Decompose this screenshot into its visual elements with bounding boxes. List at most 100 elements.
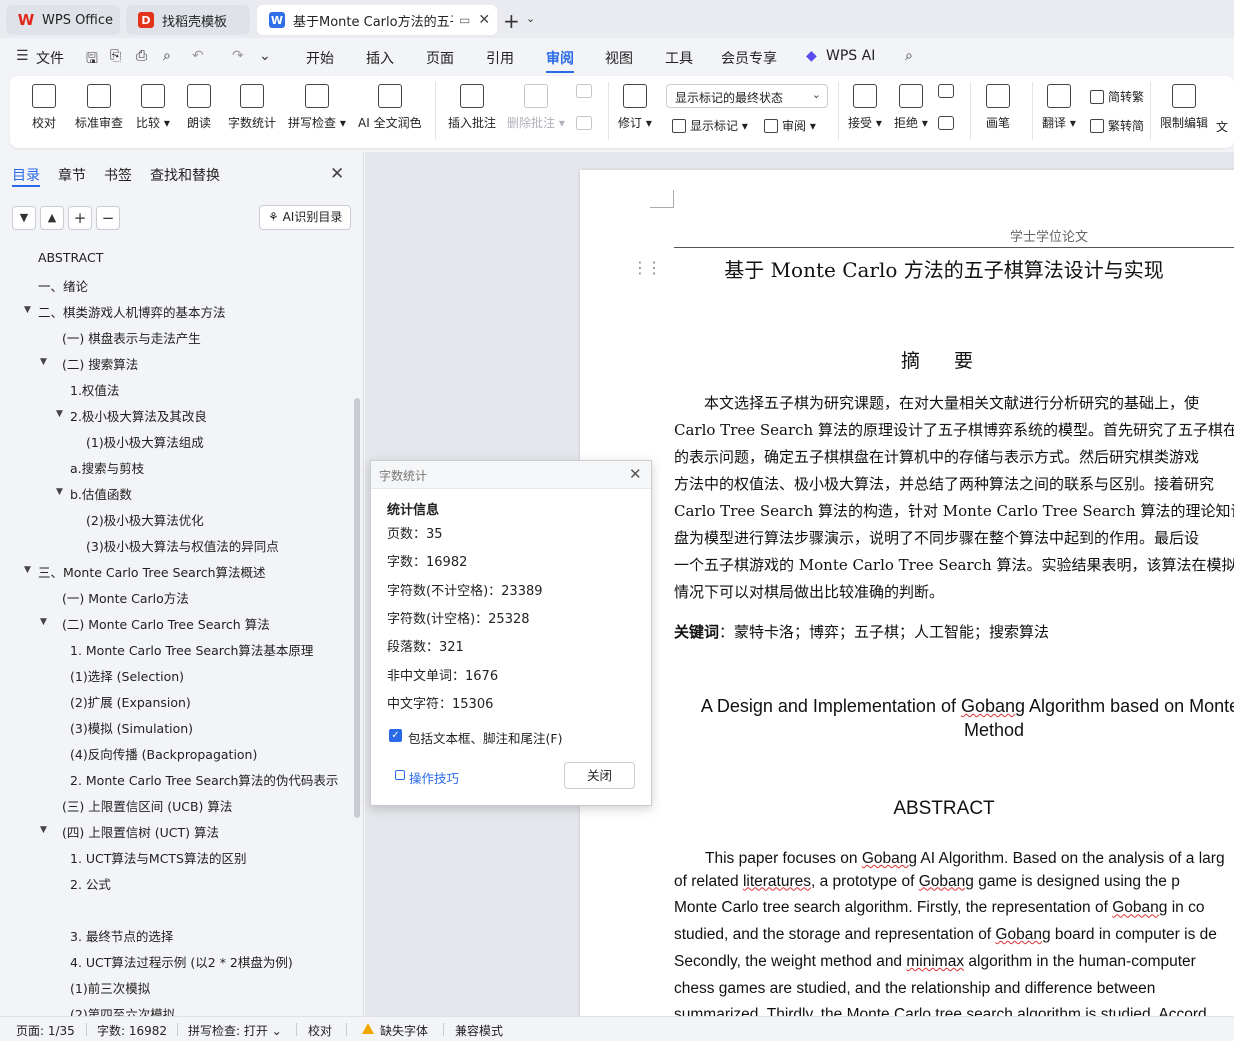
nav-tab-bookmarks[interactable]: 书签 — [104, 165, 132, 185]
export-icon[interactable]: ⎘ — [110, 48, 121, 64]
collapse-level-button[interactable]: ▼ — [12, 206, 36, 230]
next-change-button[interactable] — [938, 116, 954, 136]
toc-item[interactable]: ▼ b.估值函数 — [0, 484, 350, 504]
toc-item[interactable]: 4. UCT算法过程示例 (以2 * 2棋盘为例) — [0, 952, 350, 972]
menu-view[interactable]: 视图 — [605, 48, 633, 68]
nav-tab-toc[interactable]: 目录 — [12, 165, 40, 185]
menu-member[interactable]: 会员专享 — [721, 48, 777, 68]
toc-item[interactable]: ABSTRACT — [0, 250, 350, 270]
monitor-icon[interactable]: ▭ — [459, 13, 470, 27]
missing-font-status[interactable]: 缺失字体 — [380, 1022, 428, 1039]
print-preview-icon[interactable]: ⌕ — [163, 48, 171, 64]
insert-comment-button[interactable]: 插入批注 — [448, 84, 496, 131]
tab-template-store[interactable]: D 找稻壳模板 — [126, 5, 250, 35]
close-tab-icon[interactable]: ✕ — [478, 12, 490, 28]
toc-item[interactable]: (4)反向传播 (Backpropagation) — [0, 744, 350, 764]
restrict-editing-button[interactable]: 限制编辑 — [1160, 84, 1208, 131]
toc-item[interactable]: (一) Monte Carlo方法 — [0, 588, 350, 608]
toc-item[interactable]: (三) 上限置信区间 (UCB) 算法 — [0, 796, 350, 816]
toc-item[interactable]: ▼ 二、棋类游戏人机博弈的基本方法 — [0, 302, 350, 322]
menu-review[interactable]: 审阅 — [546, 48, 574, 68]
save-icon[interactable]: 🖫 — [86, 48, 98, 72]
translate-button[interactable]: 翻译 ▾ — [1042, 84, 1076, 131]
new-tab-icon[interactable]: + — [503, 9, 520, 33]
close-icon[interactable]: ✕ — [330, 164, 344, 184]
tab-wps-office[interactable]: W WPS Office — [6, 5, 120, 35]
previous-comment-button[interactable] — [576, 84, 592, 104]
nav-scrollbar[interactable] — [354, 398, 360, 818]
add-heading-button[interactable]: + — [68, 206, 92, 230]
hamburger-menu-icon[interactable]: ☰ — [16, 48, 29, 64]
expand-caret-icon[interactable]: ▼ — [40, 617, 47, 627]
simplified-to-traditional-button[interactable]: 简转繁 — [1090, 88, 1144, 105]
toc-item[interactable]: (2)第四至六次模拟 — [0, 1004, 350, 1016]
ribbon-more-button[interactable]: 文 — [1216, 118, 1228, 135]
dialog-titlebar[interactable]: 字数统计 ✕ — [371, 461, 651, 489]
standard-review-button[interactable]: 标准审查 — [75, 84, 123, 131]
toc-item[interactable]: (2)极小极大算法优化 — [0, 510, 350, 530]
toc-item[interactable]: (1)极小极大算法组成 — [0, 432, 350, 452]
toc-item[interactable]: ▼ (四) 上限置信树 (UCT) 算法 — [0, 822, 350, 842]
traditional-to-simplified-button[interactable]: 繁转简 — [1090, 117, 1144, 134]
track-changes-button[interactable]: 修订 ▾ — [618, 84, 652, 131]
pen-button[interactable]: 画笔 — [986, 84, 1010, 131]
menu-wps-ai[interactable]: WPS AI — [826, 48, 875, 64]
word-count-button[interactable]: 字数统计 — [228, 84, 276, 131]
review-pane-button[interactable]: 审阅 ▾ — [764, 117, 816, 134]
menu-page[interactable]: 页面 — [426, 48, 454, 68]
next-comment-button[interactable] — [576, 116, 592, 136]
page-indicator[interactable]: 页面: 1/35 — [16, 1022, 75, 1039]
toc-item[interactable]: (3)模拟 (Simulation) — [0, 718, 350, 738]
previous-change-button[interactable] — [938, 84, 954, 104]
toc-item[interactable]: 一、绪论 — [0, 276, 350, 296]
toc-item[interactable]: ▼ (二) 搜索算法 — [0, 354, 350, 374]
menu-tools[interactable]: 工具 — [665, 48, 693, 68]
drag-handle-icon[interactable]: ⋮⋮ — [632, 258, 662, 277]
spelling-flag[interactable]: Gobang — [995, 926, 1050, 943]
spelling-flag[interactable]: literatures — [743, 873, 811, 890]
toc-item[interactable]: 1. Monte Carlo Tree Search算法基本原理 — [0, 640, 350, 660]
ai-proofread-button[interactable]: AI 全文润色 — [358, 84, 422, 131]
toc-item[interactable]: 2. 公式 — [0, 874, 350, 894]
expand-caret-icon[interactable]: ▼ — [56, 409, 63, 419]
menu-file[interactable]: 文件 — [36, 48, 64, 68]
document-page[interactable]: 学士学位论文 ⋮⋮ 基于 Monte Carlo 方法的五子棋算法设计与实现 摘… — [580, 170, 1234, 1016]
expand-caret-icon[interactable]: ▼ — [40, 825, 47, 835]
spelling-flag[interactable]: minimax — [906, 953, 964, 970]
expand-caret-icon[interactable]: ▼ — [24, 565, 31, 575]
toc-item[interactable]: ▼ (二) Monte Carlo Tree Search 算法 — [0, 614, 350, 634]
menu-references[interactable]: 引用 — [486, 48, 514, 68]
spelling-flag[interactable]: Gobang — [961, 696, 1025, 716]
print-icon[interactable]: ⎙ — [136, 48, 147, 64]
accept-button[interactable]: 接受 ▾ — [848, 84, 882, 131]
spelling-flag[interactable]: Gobang — [1112, 899, 1167, 916]
toc-item[interactable]: 1. UCT算法与MCTS算法的区别 — [0, 848, 350, 868]
tab-document[interactable]: W 基于Monte Carlo方法的五子棋算法设计与实现 ▭ ✕ — [257, 5, 497, 35]
word-count-indicator[interactable]: 字数: 16982 — [97, 1022, 167, 1039]
nav-tab-sections[interactable]: 章节 — [58, 165, 86, 185]
close-button[interactable]: 关闭 — [564, 762, 635, 789]
include-textbox-checkbox[interactable]: ✓ — [389, 729, 402, 742]
nav-tab-find-replace[interactable]: 查找和替换 — [150, 165, 220, 185]
toc-item[interactable]: a.搜索与剪枝 — [0, 458, 350, 478]
chevron-down-icon[interactable]: ⌄ — [526, 12, 535, 25]
read-aloud-button[interactable]: 朗读 — [187, 84, 211, 131]
include-textbox-label[interactable]: 包括文本框、脚注和尾注(F) — [408, 728, 562, 747]
quick-access-more-icon[interactable]: ⌄ — [259, 48, 271, 64]
toc-item[interactable]: 1.权值法 — [0, 380, 350, 400]
menu-home[interactable]: 开始 — [306, 48, 334, 68]
display-mode-select[interactable]: 显示标记的最终状态 ⌄ — [666, 84, 828, 108]
toc-item[interactable]: (一) 棋盘表示与走法产生 — [0, 328, 350, 348]
toc-item[interactable] — [0, 900, 350, 920]
spelling-flag[interactable]: Gobang — [919, 873, 974, 890]
expand-caret-icon[interactable]: ▼ — [24, 305, 31, 315]
menu-insert[interactable]: 插入 — [366, 48, 394, 68]
toc-item[interactable]: 3. 最终节点的选择 — [0, 926, 350, 946]
tips-link[interactable]: 操作技巧 — [395, 768, 459, 787]
undo-icon[interactable]: ↶ — [192, 48, 204, 64]
toc-item[interactable]: ▼ 三、Monte Carlo Tree Search算法概述 — [0, 562, 350, 582]
spelling-flag[interactable]: Gobang — [862, 850, 917, 867]
search-icon[interactable]: ⌕ — [905, 48, 913, 64]
toc-item[interactable]: ▼ 2.极小极大算法及其改良 — [0, 406, 350, 426]
expand-caret-icon[interactable]: ▼ — [56, 487, 63, 497]
